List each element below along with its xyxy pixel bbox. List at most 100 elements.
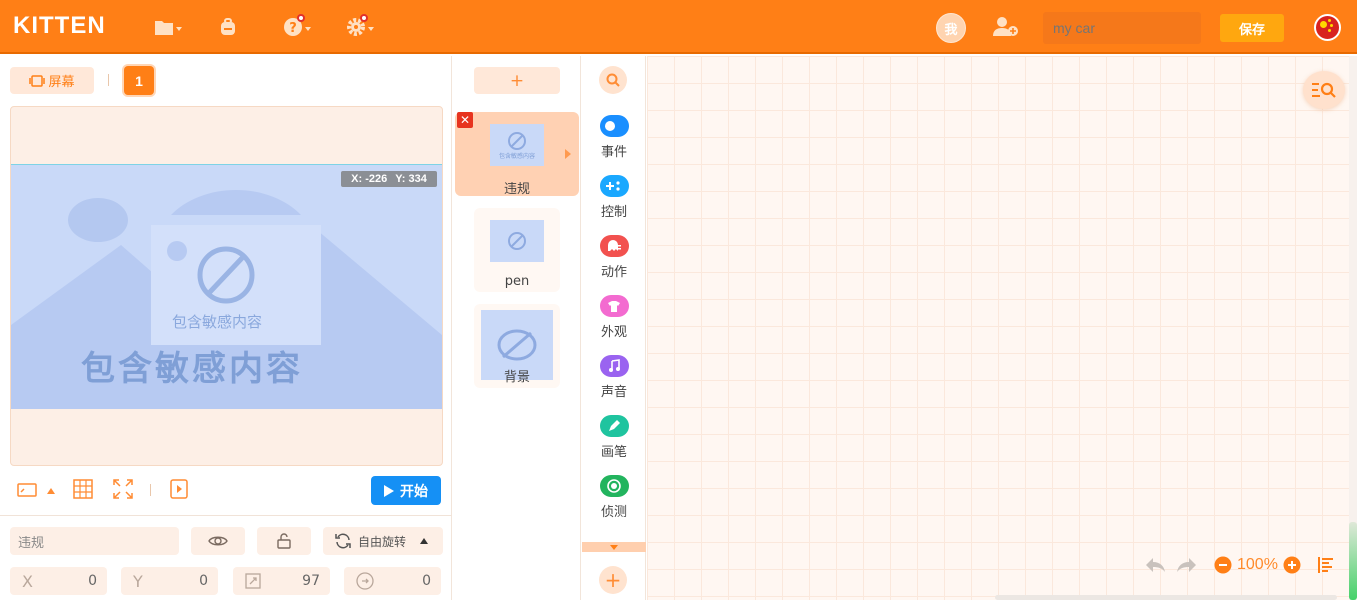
folder-icon <box>155 21 173 35</box>
category-control[interactable]: 控制 <box>582 175 646 220</box>
play-icon <box>384 484 394 497</box>
notification-dot <box>360 14 368 22</box>
divider <box>150 484 151 496</box>
category-events[interactable]: 事件 <box>582 115 646 160</box>
blocked-image-icon <box>508 131 526 150</box>
sprite-card[interactable]: pen <box>474 208 560 292</box>
category-label: 控制 <box>600 205 627 220</box>
y-value: 0 <box>199 573 208 589</box>
backpack-button[interactable] <box>218 15 238 39</box>
settings-menu[interactable] <box>346 14 374 39</box>
eye-icon <box>208 536 228 546</box>
chevron-right-icon[interactable] <box>565 149 571 159</box>
add-sprite-button[interactable]: + <box>474 67 560 94</box>
coord-y: Y: 334 <box>395 173 427 185</box>
workspace-search-button[interactable] <box>1303 71 1345 109</box>
fullscreen-icon <box>113 479 133 499</box>
sensing-icon <box>599 475 629 497</box>
unlock-icon <box>277 533 291 549</box>
screen-label: 屏幕 <box>48 75 75 90</box>
stage-canvas[interactable]: 包含敏感内容 包含敏感内容 X: -226 Y: 334 <box>10 106 443 466</box>
sprite-label: pen <box>504 274 530 289</box>
play-mode-button[interactable] <box>170 479 188 499</box>
y-label: Y <box>133 571 143 591</box>
vertical-scrollbar[interactable] <box>1349 56 1357 600</box>
block-category-column: 事件 控制 动作 外观 声音 画笔 侦测 + <box>582 56 646 600</box>
redo-icon[interactable] <box>1176 556 1198 574</box>
category-label: 声音 <box>600 385 627 400</box>
add-extension-button[interactable]: + <box>599 566 627 594</box>
sprite-card[interactable]: 背景 <box>474 304 560 388</box>
events-icon <box>599 115 629 137</box>
start-label: 开始 <box>400 483 428 500</box>
mouse-coordinate-readout: X: -226 Y: 334 <box>341 171 437 187</box>
sprite-thumbnail <box>490 220 544 262</box>
direction-field[interactable]: 0 <box>344 567 441 595</box>
stage-size-dropdown[interactable] <box>47 488 55 494</box>
screen-button[interactable]: 屏幕 <box>10 67 94 94</box>
zoom-controls: 100% <box>1144 553 1335 577</box>
pen-icon <box>599 415 629 437</box>
blocked-image-icon <box>497 329 537 361</box>
control-icon <box>599 175 629 197</box>
category-sound[interactable]: 声音 <box>582 355 646 400</box>
category-looks[interactable]: 外观 <box>582 295 646 340</box>
visibility-toggle[interactable] <box>191 527 245 555</box>
search-list-icon <box>1312 82 1336 98</box>
x-position-field[interactable]: X 0 <box>10 567 107 595</box>
rotation-style-dropdown[interactable]: 自由旋转 <box>323 527 443 555</box>
category-pen[interactable]: 画笔 <box>582 415 646 460</box>
divider <box>0 515 452 516</box>
direction-icon <box>356 572 374 590</box>
start-button[interactable]: 开始 <box>371 476 441 505</box>
help-menu[interactable]: ? <box>283 14 311 39</box>
category-label: 画笔 <box>600 445 627 460</box>
app-logo: KITTEN <box>13 12 106 39</box>
fullscreen-button[interactable] <box>113 479 133 499</box>
sprite-label: 背景 <box>503 370 530 385</box>
category-label: 事件 <box>600 145 627 160</box>
stage-size-toggle[interactable] <box>17 483 37 497</box>
svg-text:?: ? <box>289 21 297 36</box>
grid-toggle[interactable] <box>73 479 93 499</box>
sprite-thumbnail: 包含敏感内容 <box>490 124 544 166</box>
code-workspace[interactable]: 100% <box>647 56 1357 600</box>
add-user-button[interactable] <box>992 15 1020 39</box>
category-sensing[interactable]: 侦测 <box>582 475 646 520</box>
delete-sprite-button[interactable]: ✕ <box>457 112 473 128</box>
category-motion[interactable]: 动作 <box>582 235 646 280</box>
aspect-ratio-icon <box>17 483 37 497</box>
size-field[interactable]: 97 <box>233 567 330 595</box>
language-flag-icon[interactable] <box>1314 14 1341 41</box>
lock-toggle[interactable] <box>257 527 311 555</box>
y-position-field[interactable]: Y 0 <box>121 567 218 595</box>
align-blocks-icon[interactable] <box>1317 556 1335 574</box>
direction-value: 0 <box>422 573 431 589</box>
divider <box>108 74 109 86</box>
sprite-card[interactable]: ✕ 包含敏感内容 违规 <box>455 112 579 197</box>
scroll-more-categories[interactable] <box>582 542 646 552</box>
x-value: 0 <box>88 573 97 589</box>
stage-panel: 屏幕 1 包含敏感内容 包含敏感内容 X: -226 Y: 334 开始 违规 … <box>0 56 452 600</box>
block-search-button[interactable] <box>599 66 627 94</box>
coord-x: X: -226 <box>351 173 388 185</box>
add-user-icon <box>993 17 1018 36</box>
video-play-icon <box>170 479 188 499</box>
project-name-input[interactable] <box>1043 12 1201 44</box>
sprite-name-field[interactable]: 违规 <box>10 527 179 555</box>
horizontal-scrollbar[interactable] <box>995 595 1337 600</box>
page-number-button[interactable]: 1 <box>124 66 154 95</box>
screen-icon <box>29 74 46 87</box>
category-label: 外观 <box>600 325 627 340</box>
watermark-text-large: 包含敏感内容 <box>81 349 303 389</box>
undo-icon[interactable] <box>1144 556 1166 574</box>
user-avatar[interactable]: 我 <box>936 13 966 43</box>
zoom-in-icon[interactable] <box>1283 556 1301 574</box>
sensitive-content-placeholder-image: 包含敏感内容 包含敏感内容 <box>11 165 442 409</box>
file-menu[interactable] <box>154 15 182 39</box>
zoom-out-icon[interactable] <box>1214 556 1232 574</box>
vertical-scroll-thumb[interactable] <box>1349 522 1357 600</box>
save-button[interactable]: 保存 <box>1220 14 1284 42</box>
caret-up-icon <box>420 538 429 544</box>
x-label: X <box>22 571 33 591</box>
